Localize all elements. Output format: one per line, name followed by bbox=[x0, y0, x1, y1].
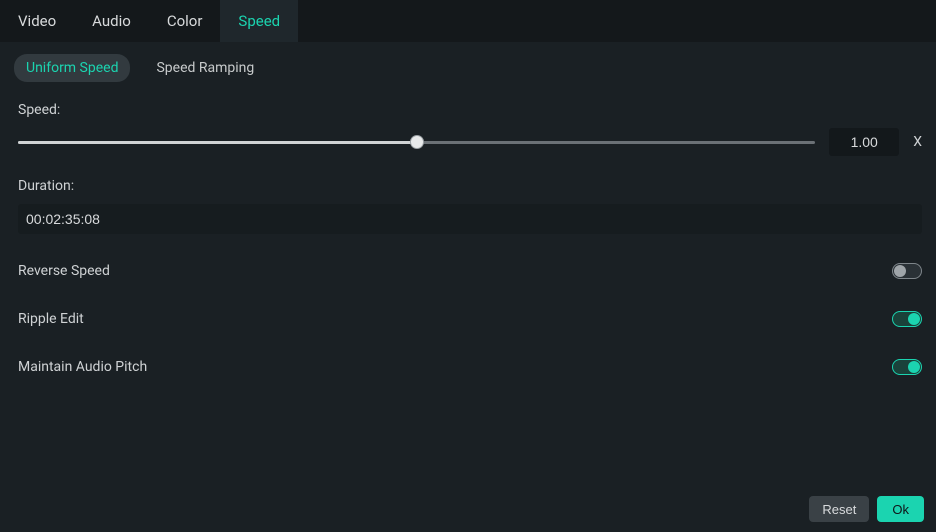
top-tabs: Video Audio Color Speed bbox=[0, 0, 936, 42]
speed-unit: X bbox=[913, 134, 922, 150]
toggle-knob bbox=[894, 265, 906, 277]
slider-thumb[interactable] bbox=[410, 135, 424, 149]
maintain-pitch-row: Maintain Audio Pitch bbox=[18, 352, 922, 382]
speed-row: X bbox=[18, 128, 922, 156]
reverse-speed-label: Reverse Speed bbox=[18, 263, 110, 279]
tab-audio[interactable]: Audio bbox=[74, 0, 149, 42]
duration-input[interactable] bbox=[18, 204, 922, 234]
ripple-edit-toggle[interactable] bbox=[892, 311, 922, 327]
reset-button[interactable]: Reset bbox=[809, 496, 869, 522]
duration-label: Duration: bbox=[18, 178, 922, 194]
ripple-edit-row: Ripple Edit bbox=[18, 304, 922, 334]
subtab-uniform-speed[interactable]: Uniform Speed bbox=[14, 54, 130, 82]
ok-button[interactable]: Ok bbox=[877, 496, 924, 522]
toggle-knob bbox=[908, 361, 920, 373]
maintain-pitch-toggle[interactable] bbox=[892, 359, 922, 375]
speed-value-input[interactable] bbox=[829, 128, 899, 156]
speed-label: Speed: bbox=[18, 102, 922, 118]
sub-tabs: Uniform Speed Speed Ramping bbox=[0, 42, 936, 82]
tab-color[interactable]: Color bbox=[149, 0, 221, 42]
ripple-edit-label: Ripple Edit bbox=[18, 311, 84, 327]
toggle-knob bbox=[908, 313, 920, 325]
reverse-speed-row: Reverse Speed bbox=[18, 256, 922, 286]
speed-slider[interactable] bbox=[18, 135, 815, 149]
maintain-pitch-label: Maintain Audio Pitch bbox=[18, 359, 147, 375]
reverse-speed-toggle[interactable] bbox=[892, 263, 922, 279]
slider-fill bbox=[18, 141, 417, 144]
tab-speed[interactable]: Speed bbox=[220, 0, 298, 42]
footer-buttons: Reset Ok bbox=[809, 496, 924, 522]
speed-panel: Speed: X Duration: Reverse Speed Ripple … bbox=[0, 82, 936, 382]
tab-video[interactable]: Video bbox=[0, 0, 74, 42]
subtab-speed-ramping[interactable]: Speed Ramping bbox=[144, 54, 266, 82]
